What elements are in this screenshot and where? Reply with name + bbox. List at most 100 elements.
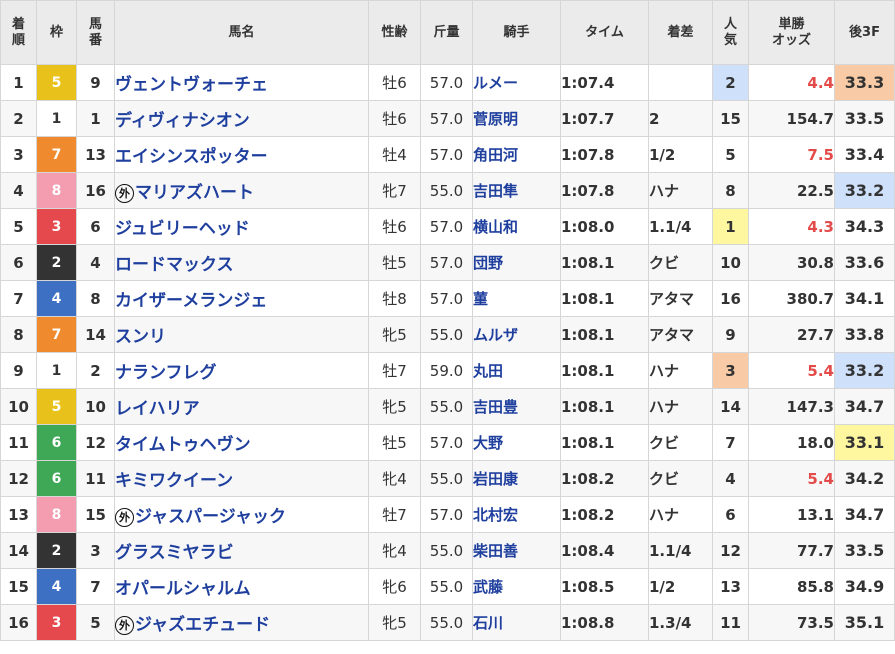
horse-name-label[interactable]: タイムトゥヘヴン — [116, 435, 251, 455]
weight-cell: 57.0 — [420, 136, 473, 173]
last3f-cell: 33.2 — [834, 352, 895, 389]
jockey-link[interactable]: 北村宏 — [472, 496, 561, 533]
header-popularity: 人気 — [712, 0, 749, 65]
horse-name-label[interactable]: マリアズハート — [135, 183, 254, 203]
horse-name-link[interactable]: ロードマックス — [114, 244, 369, 281]
header-row: 着順 枠 馬番 馬名 性齢 斤量 騎手 タイム 着差 人気 単勝 オッズ 後3F — [0, 0, 895, 65]
jockey-link[interactable]: 角田河 — [472, 136, 561, 173]
horse-name-link[interactable]: ディヴィナシオン — [114, 100, 369, 137]
table-row: 9 1 2 ナランフレグ 牡7 59.0 丸田 1:08.1 ハナ 3 5.4 33.2 — [0, 352, 895, 389]
gate-cell: 7 — [36, 136, 77, 173]
jockey-link[interactable]: 岩田康 — [472, 460, 561, 497]
jockey-link[interactable]: 団野 — [472, 244, 561, 281]
popularity-cell: 9 — [712, 316, 749, 353]
jockey-link[interactable]: ムルザ — [472, 316, 561, 353]
margin-cell: 1/2 — [648, 568, 713, 605]
sex-age-cell: 牡5 — [368, 244, 421, 281]
rank-cell: 15 — [0, 568, 37, 605]
jockey-link[interactable]: ルメー — [472, 64, 561, 101]
weight-cell: 55.0 — [420, 172, 473, 209]
odds-cell: 27.7 — [748, 316, 835, 353]
horse-name-label[interactable]: エイシンスポッター — [116, 147, 268, 167]
horse-name-label[interactable]: ロードマックス — [116, 255, 234, 275]
table-row: 6 2 4 ロードマックス 牡5 57.0 団野 1:08.1 クビ 10 30.8 33.6 — [0, 244, 895, 281]
rank-cell: 8 — [0, 316, 37, 353]
horse-name-label[interactable]: グラスミヤラビ — [116, 543, 234, 563]
time-cell: 1:08.1 — [560, 424, 649, 461]
weight-cell: 57.0 — [420, 64, 473, 101]
header-margin: 着差 — [648, 0, 713, 65]
horse-name-link[interactable]: タイムトゥヘヴン — [114, 424, 369, 461]
horse-name-label[interactable]: ジャスパージャック — [135, 507, 286, 527]
sex-age-cell: 牝6 — [368, 568, 421, 605]
horse-name-link[interactable]: エイシンスポッター — [114, 136, 369, 173]
foreign-horse-icon: 外 — [115, 616, 134, 635]
margin-cell — [648, 64, 713, 101]
horse-name-link[interactable]: ジュビリーヘッド — [114, 208, 369, 245]
horse-number-cell: 1 — [76, 100, 115, 137]
popularity-cell: 1 — [712, 208, 749, 245]
horse-name-link[interactable]: カイザーメランジェ — [114, 280, 369, 317]
jockey-link[interactable]: 吉田隼 — [472, 172, 561, 209]
header-weight: 斤量 — [420, 0, 473, 65]
horse-name-label[interactable]: ヴェントヴォーチェ — [116, 75, 269, 95]
jockey-link[interactable]: 丸田 — [472, 352, 561, 389]
horse-name-link[interactable]: 外ジャスパージャック — [114, 496, 369, 533]
table-row: 3 7 13 エイシンスポッター 牡4 57.0 角田河 1:07.8 1/2 5 7.5 33.4 — [0, 136, 895, 173]
horse-name-link[interactable]: ナランフレグ — [114, 352, 369, 389]
time-cell: 1:08.8 — [560, 604, 649, 641]
horse-name-link[interactable]: ヴェントヴォーチェ — [114, 64, 369, 101]
gate-cell: 7 — [36, 316, 77, 353]
horse-name-label[interactable]: ナランフレグ — [116, 363, 217, 383]
jockey-link[interactable]: 大野 — [472, 424, 561, 461]
horse-name-label[interactable]: ジュビリーヘッド — [116, 219, 250, 239]
popularity-cell: 10 — [712, 244, 749, 281]
horse-name-link[interactable]: レイハリア — [114, 388, 369, 425]
horse-name-link[interactable]: オパールシャルム — [114, 568, 369, 605]
last3f-cell: 33.6 — [834, 244, 895, 281]
horse-name-link[interactable]: キミワクイーン — [114, 460, 369, 497]
time-cell: 1:08.5 — [560, 568, 649, 605]
jockey-link[interactable]: 横山和 — [472, 208, 561, 245]
header-jockey: 騎手 — [472, 0, 561, 65]
gate-cell: 3 — [36, 604, 77, 641]
horse-name-label[interactable]: キミワクイーン — [116, 471, 234, 491]
weight-cell: 57.0 — [420, 244, 473, 281]
time-cell: 1:08.1 — [560, 352, 649, 389]
table-row: 4 8 16 外マリアズハート 牝7 55.0 吉田隼 1:07.8 ハナ 8 22.5 33.2 — [0, 172, 895, 209]
jockey-link[interactable]: 柴田善 — [472, 532, 561, 569]
odds-cell: 22.5 — [748, 172, 835, 209]
margin-cell: 1/2 — [648, 136, 713, 173]
popularity-cell: 3 — [712, 352, 749, 389]
odds-cell: 13.1 — [748, 496, 835, 533]
odds-cell: 5.4 — [748, 352, 835, 389]
last3f-cell: 33.1 — [834, 424, 895, 461]
time-cell: 1:08.2 — [560, 460, 649, 497]
jockey-link[interactable]: 菫 — [472, 280, 561, 317]
horse-name-label[interactable]: ディヴィナシオン — [116, 111, 250, 131]
popularity-cell: 16 — [712, 280, 749, 317]
horse-name-label[interactable]: オパールシャルム — [116, 579, 251, 599]
gate-cell: 1 — [36, 352, 77, 389]
popularity-cell: 15 — [712, 100, 749, 137]
jockey-link[interactable]: 石川 — [472, 604, 561, 641]
horse-name-label[interactable]: ジャズエチュード — [135, 615, 270, 635]
horse-name-label[interactable]: カイザーメランジェ — [116, 291, 268, 311]
horse-name-link[interactable]: グラスミヤラビ — [114, 532, 369, 569]
margin-cell: ハナ — [648, 172, 713, 209]
jockey-link[interactable]: 菅原明 — [472, 100, 561, 137]
jockey-link[interactable]: 吉田豊 — [472, 388, 561, 425]
horse-name-label[interactable]: レイハリア — [116, 399, 200, 419]
margin-cell: アタマ — [648, 280, 713, 317]
horse-number-cell: 3 — [76, 532, 115, 569]
horse-name-link[interactable]: 外ジャズエチュード — [114, 604, 369, 641]
popularity-cell: 5 — [712, 136, 749, 173]
horse-name-link[interactable]: 外マリアズハート — [114, 172, 369, 209]
jockey-link[interactable]: 武藤 — [472, 568, 561, 605]
horse-name-link[interactable]: スンリ — [114, 316, 369, 353]
horse-name-label[interactable]: スンリ — [116, 327, 167, 347]
weight-cell: 55.0 — [420, 316, 473, 353]
header-horse: 馬名 — [114, 0, 369, 65]
gate-cell: 4 — [36, 280, 77, 317]
horse-number-cell: 11 — [76, 460, 115, 497]
